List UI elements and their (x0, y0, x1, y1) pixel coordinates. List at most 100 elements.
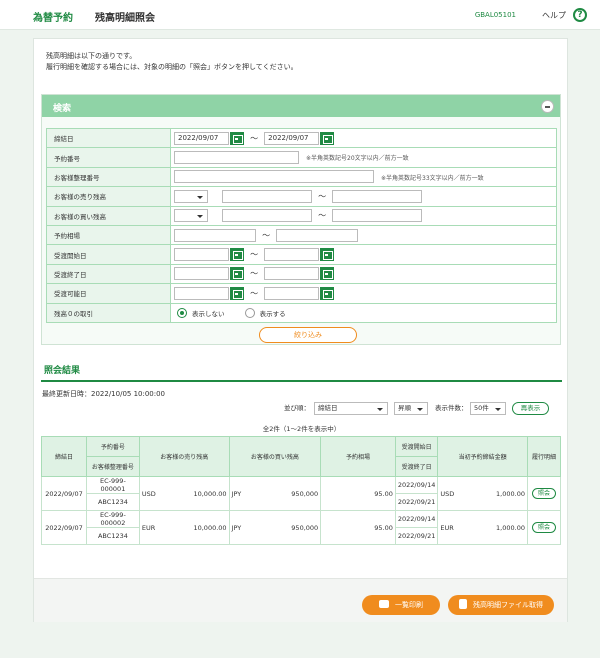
calendar-icon[interactable] (230, 131, 244, 145)
calendar-icon[interactable] (320, 267, 335, 281)
cell-buy-ccy: JPY (231, 523, 242, 532)
page-size-label: 表示件数： (435, 404, 468, 412)
delivery-end-from-input[interactable] (174, 267, 229, 281)
cell-initial-ccy: EUR (440, 523, 454, 532)
row-buy-balance: お客様の買い残高 ～ (46, 205, 557, 226)
sort-select[interactable]: 締結日 (314, 402, 388, 415)
rate-to-input[interactable] (276, 228, 359, 242)
cell-initial: EUR 1,000.00 (437, 510, 528, 545)
cell-sell: EUR 10,000.00 (138, 510, 230, 545)
calendar-icon[interactable] (230, 267, 244, 281)
sell-amount-from-input[interactable] (222, 189, 313, 203)
cell-buy: JPY 950,000 (228, 476, 322, 511)
sell-amount-to-input[interactable] (332, 189, 423, 203)
chevron-down-icon (197, 195, 203, 199)
radio-show[interactable] (244, 307, 255, 318)
col-contract-date[interactable]: 締結日 (41, 436, 87, 477)
sort-label: 並び順： (284, 404, 310, 412)
col-buy[interactable]: お客様の買い残高 (228, 436, 322, 477)
cell-buy-amount: 950,000 (291, 489, 319, 498)
delivery-possible-from-input[interactable] (174, 286, 229, 300)
cell-initial-amount: 1,000.00 (496, 489, 525, 498)
table-row: 2022/09/07 EC-999-000002 EUR 10,000.00 JP… (41, 510, 561, 545)
label-buy-balance: お客様の買い残高 (46, 205, 171, 226)
rate-from-input[interactable] (174, 228, 256, 242)
contract-date-from-input[interactable]: 2022/09/07 (174, 131, 229, 145)
screen-id: GBAL05101 (474, 11, 516, 19)
calendar-icon[interactable] (320, 248, 335, 262)
contract-date-to-input[interactable]: 2022/09/07 (264, 131, 320, 145)
col-reservation-no[interactable]: 予約番号 (85, 436, 140, 457)
reservation-no-input[interactable] (174, 151, 299, 165)
download-file-button[interactable]: 残高明細ファイル取得 (448, 595, 554, 615)
buy-amount-to-input[interactable] (332, 209, 423, 223)
range-tilde: ～ (250, 269, 259, 279)
calendar-icon[interactable] (230, 248, 244, 262)
row-customer-ref: お客様整理番号 ※半角英数記号33文字以内／前方一致 (46, 166, 557, 188)
intro-line-1: 残高明細は以下の通りです。 (46, 52, 137, 60)
table-row: 2022/09/07 EC-999-000001 USD 10,000.00 JP… (41, 476, 561, 511)
col-rate[interactable]: 予約相場 (320, 436, 396, 477)
inquiry-button[interactable]: 照会 (532, 522, 556, 533)
order-select-value: 昇順 (398, 404, 411, 412)
label-zero-balance: 残高０の取引 (46, 302, 171, 323)
reservation-no-note: ※半角英数記号20文字以内／前方一致 (306, 155, 409, 163)
cell-customer-ref: ABC1234 (85, 527, 140, 545)
order-select[interactable]: 昇順 (394, 402, 428, 415)
calendar-icon[interactable] (320, 286, 335, 300)
delivery-possible-to-input[interactable] (264, 286, 320, 300)
customer-ref-input[interactable] (174, 170, 374, 184)
sell-currency-select[interactable] (174, 189, 208, 203)
search-section: 検索 締結日 2022/09/07 ～ 2022/09/07 予約番号 ※半角英… (41, 94, 561, 345)
chevron-down-icon (495, 408, 501, 411)
range-tilde: ～ (250, 250, 259, 260)
page-size-select[interactable]: 50件 (470, 402, 506, 415)
radio-show-label[interactable]: 表示する (260, 308, 286, 318)
col-delivery-start[interactable]: 受渡開始日 (394, 436, 439, 457)
inquiry-button[interactable]: 照会 (532, 488, 556, 499)
radio-hide-label[interactable]: 表示しない (192, 308, 225, 318)
delivery-end-to-input[interactable] (264, 267, 320, 281)
cell-delivery-start: 2022/09/14 (394, 476, 439, 494)
cell-reservation-no: EC-999-000001 (85, 476, 140, 494)
col-sell[interactable]: お客様の売り残高 (138, 436, 230, 477)
col-detail: 履行明細 (527, 436, 561, 477)
col-delivery-end[interactable]: 受渡終了日 (394, 456, 439, 477)
results-table: 締結日 予約番号 お客様の売り残高 お客様の買い残高 予約相場 受渡開始日 当初… (41, 436, 561, 545)
results-divider (41, 380, 562, 382)
last-updated: 最終更新日時：2022/10/05 10:00:00 (42, 390, 166, 398)
row-delivery-end: 受渡終了日 ～ (46, 263, 557, 285)
help-link[interactable]: ヘルプ (542, 10, 566, 21)
search-criteria-table: 締結日 2022/09/07 ～ 2022/09/07 予約番号 ※半角英数記号… (46, 127, 557, 323)
cell-initial-amount: 1,000.00 (496, 523, 525, 532)
redisplay-button[interactable]: 再表示 (512, 402, 549, 415)
cell-sell-ccy: EUR (141, 523, 156, 532)
calendar-icon[interactable] (320, 131, 335, 145)
cell-buy-amount: 950,000 (291, 523, 319, 532)
cell-customer-ref: ABC1234 (85, 493, 140, 511)
row-contract-date: 締結日 2022/09/07 ～ 2022/09/07 (46, 127, 557, 149)
file-download-icon (459, 599, 467, 609)
brand-label[interactable]: 為替予約 (33, 9, 73, 24)
label-sell-balance: お客様の売り残高 (46, 186, 171, 207)
cell-delivery-start: 2022/09/14 (394, 510, 439, 528)
result-count: 全2件（1～2件を表示中） (262, 425, 341, 433)
buy-amount-from-input[interactable] (222, 209, 313, 223)
search-header[interactable]: 検索 (42, 95, 560, 117)
col-initial-amount[interactable]: 当初予約締結金額 (437, 436, 528, 477)
delivery-start-from-input[interactable] (174, 248, 229, 262)
page-title: 残高明細照会 (95, 13, 155, 24)
radio-hide[interactable] (177, 307, 187, 318)
col-customer-ref[interactable]: お客様整理番号 (85, 456, 140, 477)
range-tilde: ～ (250, 133, 259, 143)
calendar-icon[interactable] (230, 286, 244, 300)
collapse-icon[interactable] (541, 100, 554, 113)
delivery-start-to-input[interactable] (264, 248, 320, 262)
help-icon[interactable]: ? (573, 8, 587, 22)
buy-currency-select[interactable] (174, 209, 208, 223)
range-tilde: ～ (250, 288, 259, 298)
filter-button[interactable]: 絞り込み (259, 327, 357, 343)
label-delivery-possible: 受渡可能日 (46, 283, 171, 304)
cell-buy-ccy: JPY (231, 489, 242, 498)
print-list-button[interactable]: 一覧印刷 (362, 595, 440, 615)
